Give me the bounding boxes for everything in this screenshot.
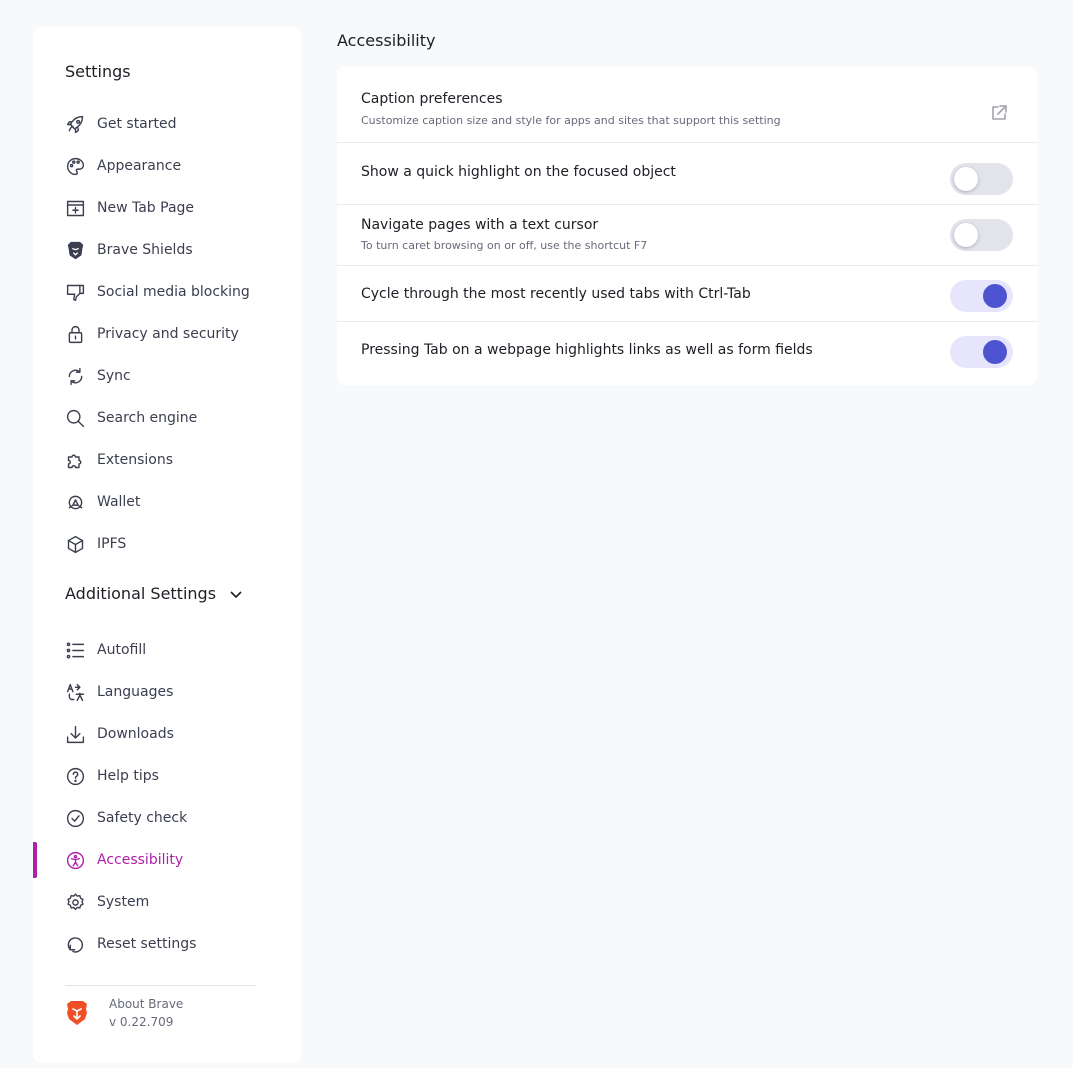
page-title: Accessibility <box>337 31 436 50</box>
sidebar-item-label: Accessibility <box>97 852 184 868</box>
sidebar-item-brave-shields[interactable]: Brave Shields <box>33 232 301 268</box>
sidebar-item-label: Brave Shields <box>97 242 193 258</box>
sidebar-item-downloads[interactable]: Downloads <box>33 716 301 752</box>
settings-row-caption-preferences[interactable]: Caption preferences Customize caption si… <box>337 66 1037 143</box>
sidebar-item-label: IPFS <box>97 536 127 552</box>
row-label: Show a quick highlight on the focused ob… <box>361 164 676 180</box>
about-brave-link[interactable]: About Brave v 0.22.709 <box>65 995 183 1031</box>
sidebar-item-label: New Tab Page <box>97 200 195 216</box>
thumbs-down-icon <box>64 281 86 303</box>
caret-browsing-toggle[interactable] <box>950 219 1013 251</box>
row-label: Caption preferences <box>361 91 503 107</box>
settings-row-focus-highlight: Show a quick highlight on the focused ob… <box>337 143 1037 205</box>
help-icon <box>64 765 86 787</box>
sidebar-item-languages[interactable]: Languages <box>33 674 301 710</box>
list-icon <box>64 639 86 661</box>
sidebar-item-search-engine[interactable]: Search engine <box>33 400 301 436</box>
sidebar-item-label: Appearance <box>97 158 182 174</box>
sidebar-item-label: Downloads <box>97 726 174 742</box>
lock-icon <box>64 323 86 345</box>
sidebar-item-appearance[interactable]: Appearance <box>33 148 301 184</box>
accessibility-icon <box>64 849 86 871</box>
settings-row-caret-browsing: Navigate pages with a text cursor To tur… <box>337 205 1037 266</box>
sidebar-item-autofill[interactable]: Autofill <box>33 632 301 668</box>
settings-row-ctrl-tab: Cycle through the most recently used tab… <box>337 266 1037 322</box>
sidebar-item-label: System <box>97 894 150 910</box>
about-brave-label: About Brave <box>109 997 184 1011</box>
toggle-knob <box>983 340 1007 364</box>
accessibility-settings-card: Caption preferences Customize caption si… <box>337 66 1037 385</box>
cube-icon <box>64 533 86 555</box>
sidebar-divider <box>65 985 256 986</box>
sidebar-item-label: Search engine <box>97 410 198 426</box>
shield-lion-icon <box>64 239 86 261</box>
sidebar-item-label: Reset settings <box>97 936 197 952</box>
ctrl-tab-toggle[interactable] <box>950 280 1013 312</box>
sidebar-item-label: Sync <box>97 368 131 384</box>
toggle-knob <box>983 284 1007 308</box>
wallet-icon <box>64 491 86 513</box>
row-label: Cycle through the most recently used tab… <box>361 286 751 302</box>
external-link-icon[interactable] <box>989 103 1009 123</box>
sidebar-item-label: Autofill <box>97 642 147 658</box>
rocket-icon <box>64 113 86 135</box>
sidebar-item-label: Safety check <box>97 810 188 826</box>
sidebar-item-safety-check[interactable]: Safety check <box>33 800 301 836</box>
sidebar-item-reset-settings[interactable]: Reset settings <box>33 926 301 962</box>
palette-icon <box>64 155 86 177</box>
focus-highlight-toggle[interactable] <box>950 163 1013 195</box>
sidebar-item-wallet[interactable]: Wallet <box>33 484 301 520</box>
sidebar-item-label: Extensions <box>97 452 174 468</box>
toggle-knob <box>954 167 978 191</box>
tab-highlights-links-toggle[interactable] <box>950 336 1013 368</box>
sidebar-item-label: Wallet <box>97 494 141 510</box>
sidebar-item-extensions[interactable]: Extensions <box>33 442 301 478</box>
translate-icon <box>64 681 86 703</box>
chevron-down-icon <box>228 586 244 602</box>
sidebar-item-label: Get started <box>97 116 177 132</box>
settings-sidebar: Settings Get started Appearance New Tab … <box>33 27 301 1063</box>
gear-icon <box>64 891 86 913</box>
additional-settings-toggle[interactable]: Additional Settings <box>65 584 244 603</box>
puzzle-icon <box>64 449 86 471</box>
sidebar-item-sync[interactable]: Sync <box>33 358 301 394</box>
additional-settings-label: Additional Settings <box>65 584 217 603</box>
row-description: To turn caret browsing on or off, use th… <box>361 239 648 252</box>
reset-icon <box>64 933 86 955</box>
row-label: Navigate pages with a text cursor <box>361 217 599 233</box>
download-icon <box>64 723 86 745</box>
version-label: v 0.22.709 <box>109 1015 174 1029</box>
sidebar-item-accessibility[interactable]: Accessibility <box>33 842 301 878</box>
sidebar-item-get-started[interactable]: Get started <box>33 106 301 142</box>
sidebar-item-ipfs[interactable]: IPFS <box>33 526 301 562</box>
search-icon <box>64 407 86 429</box>
new-tab-icon <box>64 197 86 219</box>
row-label: Pressing Tab on a webpage highlights lin… <box>361 342 813 358</box>
sidebar-item-new-tab-page[interactable]: New Tab Page <box>33 190 301 226</box>
check-circle-icon <box>64 807 86 829</box>
sidebar-title: Settings <box>65 62 131 81</box>
sidebar-item-label: Languages <box>97 684 174 700</box>
sidebar-item-privacy-and-security[interactable]: Privacy and security <box>33 316 301 352</box>
sidebar-item-system[interactable]: System <box>33 884 301 920</box>
sidebar-item-label: Social media blocking <box>97 284 250 300</box>
row-description: Customize caption size and style for app… <box>361 114 781 127</box>
brave-logo-icon <box>65 1000 89 1026</box>
sidebar-item-social-media-blocking[interactable]: Social media blocking <box>33 274 301 310</box>
sidebar-item-label: Privacy and security <box>97 326 239 342</box>
settings-row-tab-highlights-links: Pressing Tab on a webpage highlights lin… <box>337 322 1037 385</box>
sidebar-item-help-tips[interactable]: Help tips <box>33 758 301 794</box>
toggle-knob <box>954 223 978 247</box>
sidebar-item-label: Help tips <box>97 768 159 784</box>
sync-icon <box>64 365 86 387</box>
